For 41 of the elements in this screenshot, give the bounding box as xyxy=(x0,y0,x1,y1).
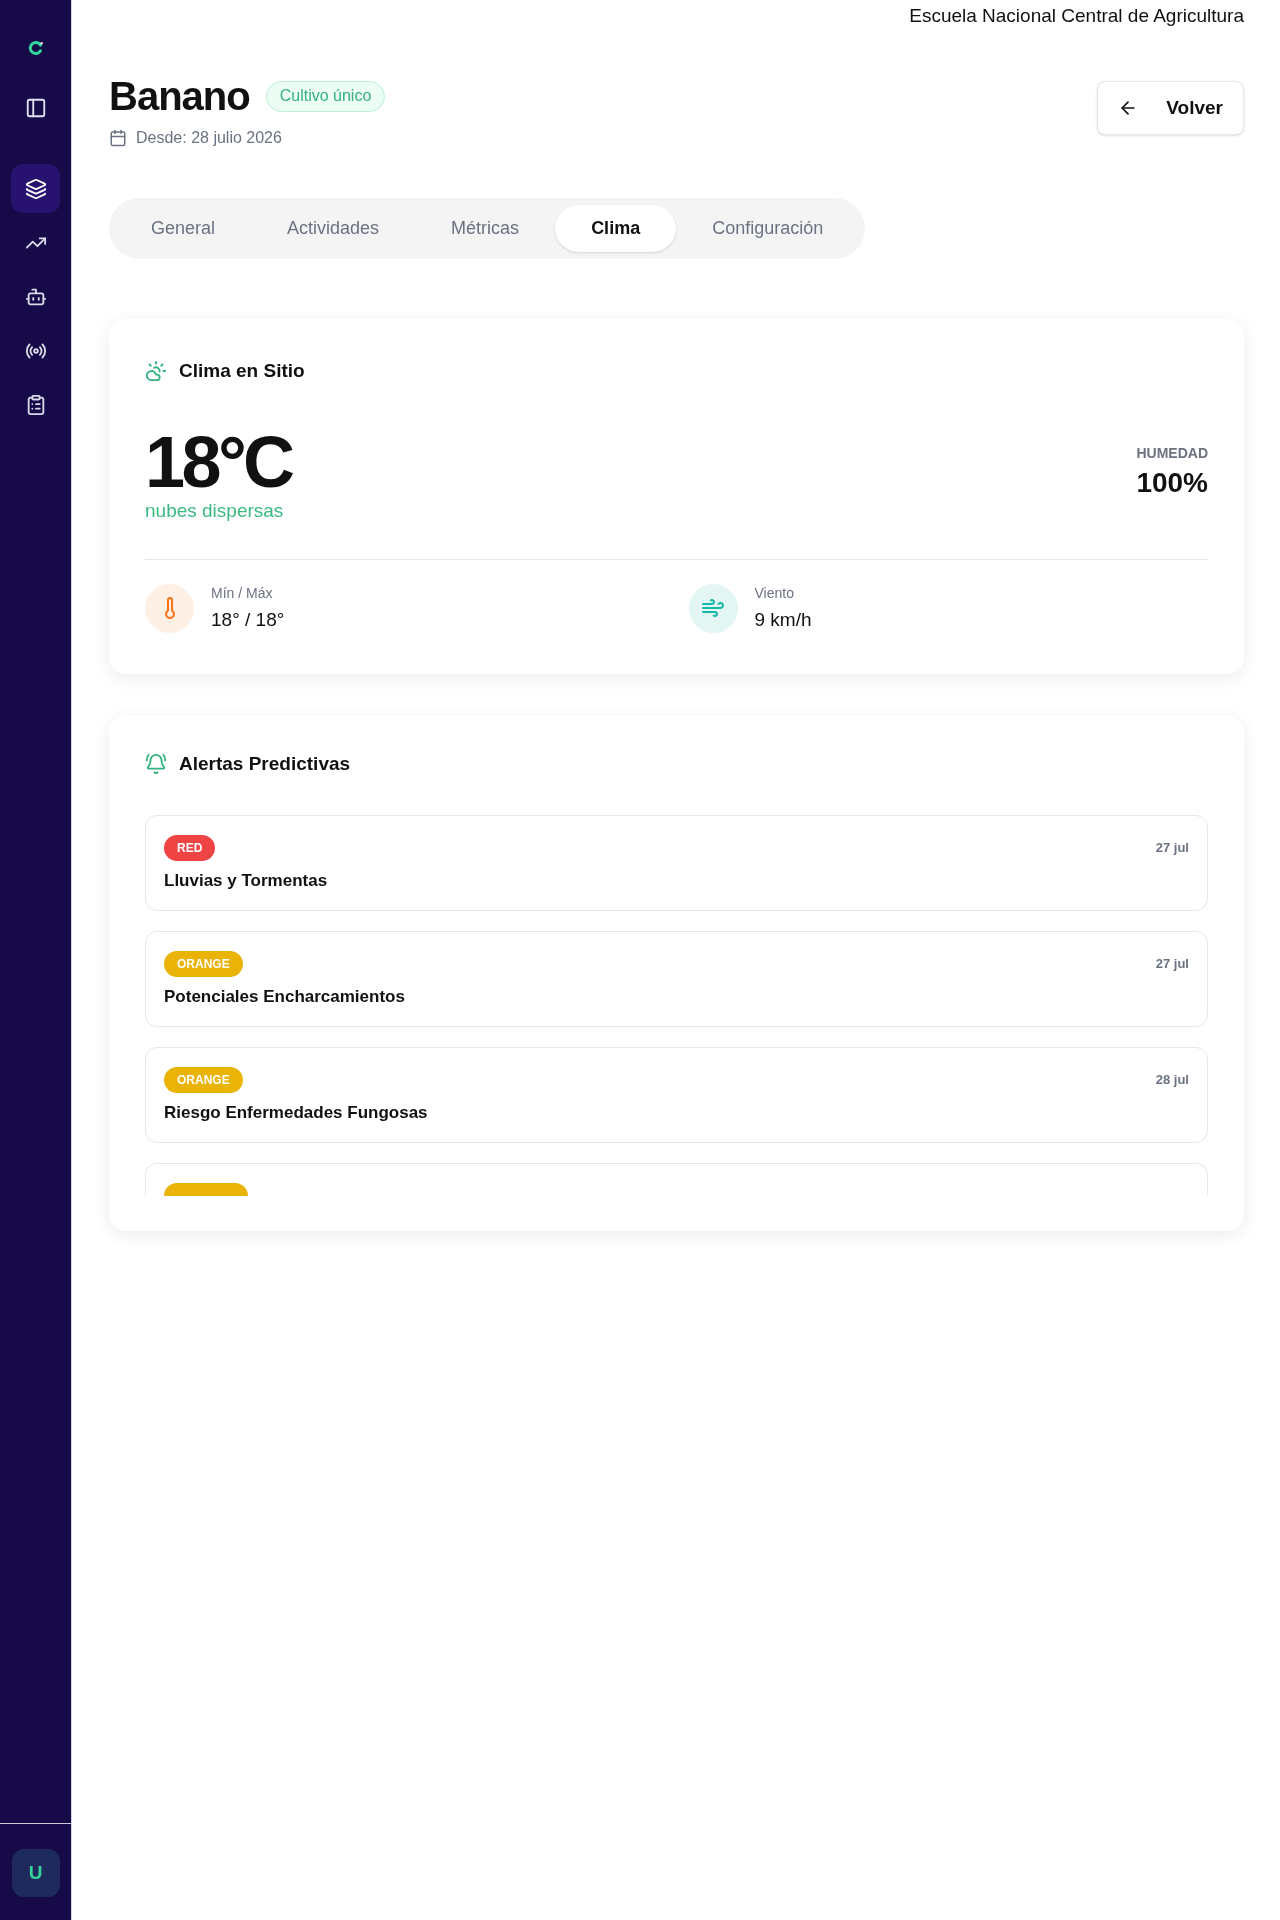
alert-card[interactable]: RED 27 jul Lluvias y Tormentas xyxy=(145,815,1208,911)
alert-date: 28 jul xyxy=(1155,1071,1189,1090)
humidity-label: HUMEDAD xyxy=(1136,444,1208,463)
alert-card[interactable]: ORANGE 27 jul Potenciales Encharcamientos xyxy=(145,931,1208,1027)
alert-level-badge: ORANGE xyxy=(164,1067,243,1093)
tab[interactable]: Actividades xyxy=(251,205,416,252)
layers-icon xyxy=(24,177,47,200)
side-panel-icon xyxy=(24,96,47,119)
alert-date: 27 jul xyxy=(1155,955,1189,974)
bell-icon xyxy=(145,753,167,775)
alert-title: Potenciales Encharcamientos xyxy=(164,986,406,1008)
user-avatar[interactable]: U xyxy=(11,1849,60,1897)
cloud-sun-icon xyxy=(145,360,167,382)
tab[interactable]: Clima xyxy=(555,205,677,252)
alert-title: Lluvias y Tormentas xyxy=(164,870,329,892)
alert-card[interactable]: ORANGE 28 jul Riesgo Enfermedades Fungosas xyxy=(145,1047,1208,1143)
stat-value: 9 km/h xyxy=(754,608,812,632)
alert-date: 27 jul xyxy=(1155,839,1189,858)
stat-value: 18° / 18° xyxy=(211,608,285,632)
start-date: Desde: 28 julio 2026 xyxy=(136,128,282,148)
back-button[interactable]: Volver xyxy=(1097,81,1244,135)
stat-label: Mín / Máx xyxy=(211,584,274,603)
tab[interactable]: Configuración xyxy=(676,205,860,252)
crop-type-badge: Cultivo único xyxy=(265,80,386,112)
humidity-value: 100% xyxy=(1136,466,1208,500)
sidebar-nav-item[interactable] xyxy=(11,164,60,213)
page-title: Banano xyxy=(109,73,250,120)
weather-description: nubes dispersas xyxy=(145,499,285,523)
stat-label: Viento xyxy=(754,584,795,603)
organization-name: Escuela Nacional Central de Agricultura xyxy=(909,4,1244,28)
calendar-icon xyxy=(109,129,127,147)
tab[interactable]: Métricas xyxy=(415,205,556,252)
alert-level-badge: ORANGE xyxy=(164,951,243,977)
thermometer-icon xyxy=(145,583,194,633)
alert-title: Riesgo Enfermedades Fungosas xyxy=(164,1102,429,1124)
temperature-reading: 18°C xyxy=(145,426,292,498)
logo-icon xyxy=(27,40,44,56)
tab[interactable]: General xyxy=(115,205,252,252)
card-title: Clima en Sitio xyxy=(179,358,305,383)
card-title: Alertas Predictivas xyxy=(179,751,351,776)
alert-level-badge: RED xyxy=(164,835,216,861)
